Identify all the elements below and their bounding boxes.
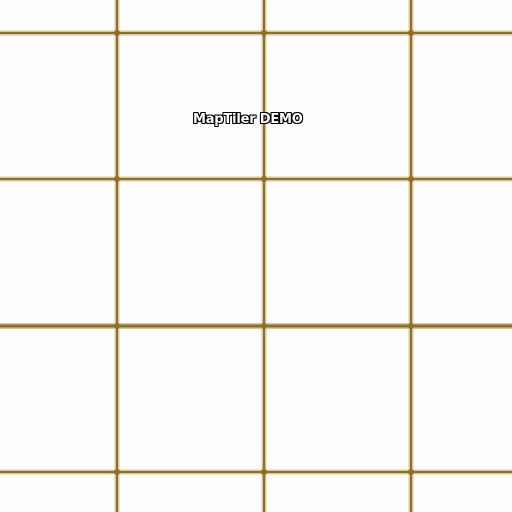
grid-intersection-dot — [261, 469, 267, 475]
grid-intersection-dot — [408, 469, 414, 475]
grid-intersection-dot — [408, 176, 414, 182]
map-canvas[interactable]: MapTiler DEMO — [0, 0, 512, 512]
grid-intersection-dot — [261, 176, 267, 182]
grid-intersection-dot — [408, 30, 414, 36]
graticule-grid — [0, 0, 512, 512]
grid-intersection-dot — [114, 30, 120, 36]
grid-intersection-dot — [114, 469, 120, 475]
maptiler-demo-watermark: MapTiler DEMO — [193, 112, 303, 127]
grid-intersection-dot — [261, 323, 267, 329]
grid-intersection-dot — [261, 30, 267, 36]
grid-intersection-dot — [114, 176, 120, 182]
grid-intersection-dot — [114, 323, 120, 329]
grid-intersection-dot — [408, 323, 414, 329]
